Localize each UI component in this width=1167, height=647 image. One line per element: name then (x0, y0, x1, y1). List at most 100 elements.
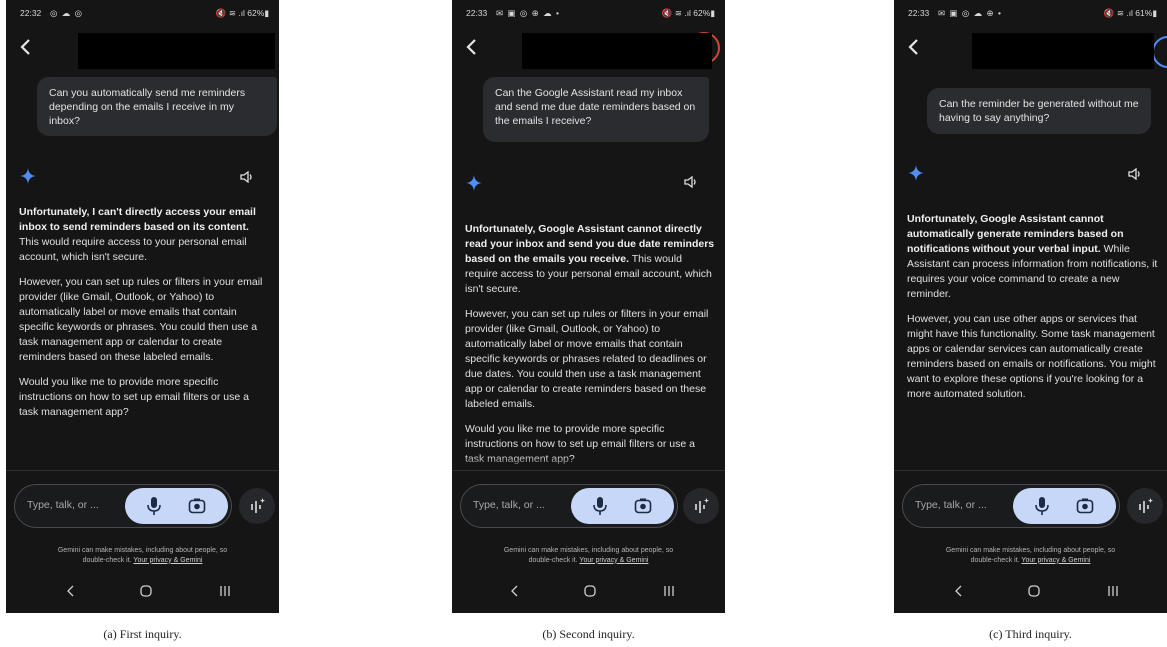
privacy-link[interactable]: Your privacy & Gemini (579, 557, 648, 564)
user-question-bubble: Can you automatically send me reminders … (37, 77, 277, 136)
figure-caption: (b) Second inquiry. (542, 627, 635, 641)
mic-icon[interactable] (1033, 496, 1051, 516)
answer-bold-text: Unfortunately, Google Assistant cannot a… (907, 213, 1124, 255)
input-placeholder: Type, talk, or ... (27, 499, 99, 511)
speaker-icon[interactable] (684, 176, 698, 188)
answer-paragraph-2: However, you can set up rules or filters… (19, 276, 263, 363)
disclaimer-prefix: double-check it. (82, 556, 134, 564)
answer-paragraph-3: Would you like me to provide more specif… (19, 376, 249, 418)
status-bar: 22:32 ◎ ☁ ◎ 🔇 ≋ .ıl 62%▮ (20, 8, 269, 22)
phone-screen: 22:32 ◎ ☁ ◎ 🔇 ≋ .ıl 62%▮ Can you automat… (6, 0, 279, 613)
user-question-bubble: Can the Google Assistant read my inbox a… (483, 77, 709, 142)
camera-icon[interactable] (634, 497, 652, 515)
nav-home-icon[interactable] (583, 584, 597, 598)
user-question-bubble: Can the reminder be generated without me… (927, 88, 1151, 134)
status-bar: 22:33 ✉ ▣ ◎ ⊕ ☁ • 🔇 ≋ .ıl 62%▮ (466, 8, 715, 22)
mic-icon[interactable] (591, 496, 609, 516)
assistant-answer: Unfortunately, Google Assistant cannot a… (907, 212, 1159, 412)
status-notification-icons: ✉ ▣ ◎ ⊕ ☁ • (496, 8, 560, 18)
disclaimer-line-1: Gemini can make mistakes, including abou… (945, 547, 1116, 554)
screenshot-panel-a: 22:32 ◎ ☁ ◎ 🔇 ≋ .ıl 62%▮ Can you automat… (6, 0, 279, 641)
prompt-input[interactable]: Type, talk, or ... (460, 484, 678, 528)
gemini-live-button[interactable] (1127, 488, 1163, 524)
status-time: 22:33 (466, 8, 488, 18)
redacted-header (78, 33, 275, 69)
back-icon[interactable] (465, 38, 479, 56)
figure-caption: (a) First inquiry. (103, 627, 182, 641)
mic-icon[interactable] (145, 496, 163, 516)
camera-icon[interactable] (188, 497, 206, 515)
gemini-live-button[interactable] (683, 488, 719, 524)
disclaimer-line-2: double-check it. Your privacy & Gemini (894, 556, 1167, 566)
system-nav-bar (6, 584, 279, 604)
back-icon[interactable] (907, 38, 921, 56)
answer-paragraph-2: However, you can use other apps or servi… (907, 313, 1156, 400)
disclaimer: Gemini can make mistakes, including abou… (894, 546, 1167, 565)
nav-back-icon[interactable] (510, 584, 520, 598)
phone-screen: 22:33 ✉ ▣ ◎ ☁ ⊕ • 🔇 ≋ .ıl 61%▮ Can the r… (894, 0, 1167, 613)
input-placeholder: Type, talk, or ... (473, 499, 545, 511)
assistant-answer: Unfortunately, I can't directly access y… (19, 205, 271, 430)
phone-screen: 22:33 ✉ ▣ ◎ ⊕ ☁ • 🔇 ≋ .ıl 62%▮ Can the G… (452, 0, 725, 613)
redacted-header (522, 33, 712, 69)
privacy-link[interactable]: Your privacy & Gemini (1021, 557, 1090, 564)
status-time: 22:33 (908, 8, 930, 18)
nav-recents-icon[interactable] (218, 584, 232, 598)
gemini-live-icon (251, 498, 265, 513)
system-nav-bar (452, 584, 725, 604)
nav-back-icon[interactable] (954, 584, 964, 598)
prompt-input[interactable]: Type, talk, or ... (902, 484, 1120, 528)
speaker-icon[interactable] (240, 171, 254, 183)
disclaimer: Gemini can make mistakes, including abou… (452, 546, 725, 565)
composer-divider (894, 470, 1167, 471)
status-time: 22:32 (20, 8, 42, 18)
figure-caption: (c) Third inquiry. (989, 627, 1072, 641)
status-system-icons: 🔇 ≋ .ıl 61%▮ (1103, 8, 1157, 18)
composer-divider (452, 470, 725, 471)
answer-paragraph-1: Unfortunately, Google Assistant cannot d… (465, 222, 717, 297)
gemini-live-icon (695, 498, 709, 513)
status-system-icons: 🔇 ≋ .ıl 62%▮ (215, 8, 269, 18)
disclaimer-line-2: double-check it. Your privacy & Gemini (6, 556, 279, 566)
status-notification-icons: ◎ ☁ ◎ (50, 8, 84, 18)
speaker-icon[interactable] (1128, 168, 1142, 180)
nav-back-icon[interactable] (66, 584, 76, 598)
voice-camera-pill (1013, 488, 1116, 524)
avatar[interactable] (1152, 36, 1167, 68)
disclaimer-line-1: Gemini can make mistakes, including abou… (57, 547, 228, 554)
status-notification-icons: ✉ ▣ ◎ ☁ ⊕ • (938, 8, 1002, 18)
nav-recents-icon[interactable] (1106, 584, 1120, 598)
gemini-live-button[interactable] (239, 488, 275, 524)
voice-camera-pill (125, 488, 228, 524)
disclaimer-prefix: double-check it. (528, 556, 580, 564)
gemini-sparkle-icon (908, 165, 924, 181)
prompt-input[interactable]: Type, talk, or ... (14, 484, 232, 528)
redacted-header (972, 33, 1154, 69)
disclaimer: Gemini can make mistakes, including abou… (6, 546, 279, 565)
nav-recents-icon[interactable] (662, 584, 676, 598)
answer-paragraph-1: Unfortunately, Google Assistant cannot a… (907, 212, 1159, 302)
camera-icon[interactable] (1076, 497, 1094, 515)
disclaimer-line-1: Gemini can make mistakes, including abou… (503, 547, 674, 554)
answer-bold-text: Unfortunately, I can't directly access y… (19, 206, 256, 233)
assistant-answer: Unfortunately, Google Assistant cannot d… (465, 222, 717, 477)
answer-paragraph-2: However, you can set up rules or filters… (465, 308, 709, 410)
gemini-live-icon (1139, 498, 1153, 513)
voice-camera-pill (571, 488, 674, 524)
status-system-icons: 🔇 ≋ .ıl 62%▮ (661, 8, 715, 18)
gemini-sparkle-icon (20, 168, 36, 184)
back-icon[interactable] (19, 38, 33, 56)
answer-paragraph-1: Unfortunately, I can't directly access y… (19, 205, 271, 265)
disclaimer-prefix: double-check it. (970, 556, 1022, 564)
composer-divider (6, 470, 279, 471)
input-placeholder: Type, talk, or ... (915, 499, 987, 511)
nav-home-icon[interactable] (1027, 584, 1041, 598)
gemini-sparkle-icon (466, 175, 482, 191)
system-nav-bar (894, 584, 1167, 604)
screenshot-panel-b: 22:33 ✉ ▣ ◎ ⊕ ☁ • 🔇 ≋ .ıl 62%▮ Can the G… (452, 0, 725, 641)
nav-home-icon[interactable] (139, 584, 153, 598)
privacy-link[interactable]: Your privacy & Gemini (133, 557, 202, 564)
answer-text: This would require access to your person… (19, 236, 247, 263)
disclaimer-line-2: double-check it. Your privacy & Gemini (452, 556, 725, 566)
screenshot-panel-c: 22:33 ✉ ▣ ◎ ☁ ⊕ • 🔇 ≋ .ıl 61%▮ Can the r… (894, 0, 1167, 641)
